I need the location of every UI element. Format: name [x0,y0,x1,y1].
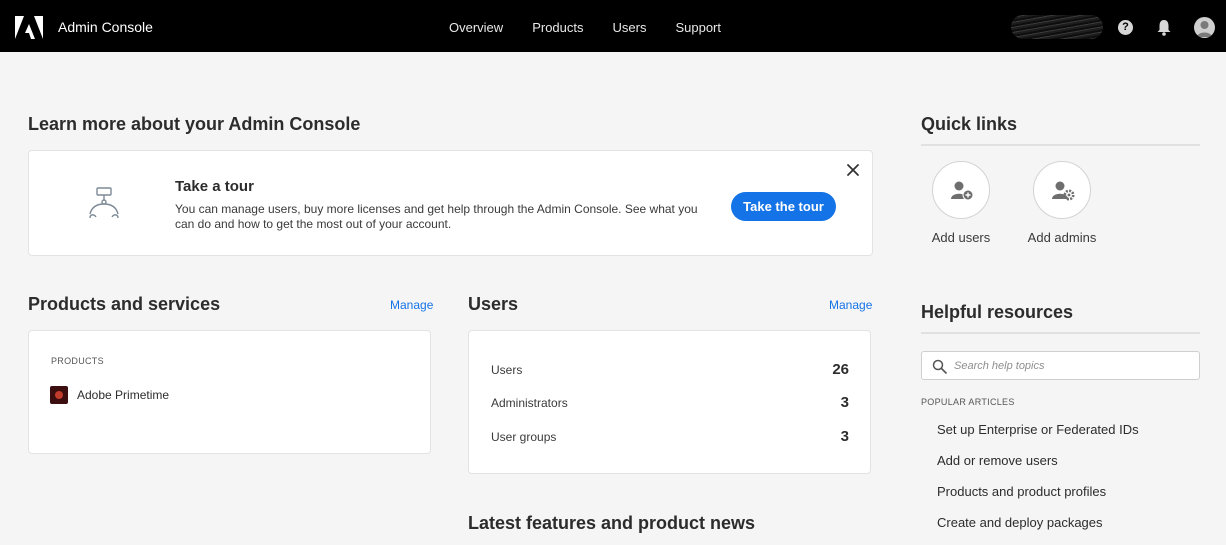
org-switcher[interactable] [1011,15,1103,39]
stat-label: Administrators [491,395,568,410]
adobe-logo-icon[interactable] [15,16,43,39]
add-users-label: Add users [931,230,991,245]
add-user-icon [951,181,974,201]
products-section-label: PRODUCTS [51,356,104,366]
users-manage-link[interactable]: Manage [829,298,872,312]
add-admins-link[interactable]: Add admins [1017,161,1107,245]
help-icon[interactable]: ? [1118,20,1133,35]
stat-label: User groups [491,429,557,444]
adobe-primetime-icon [50,386,68,404]
search-input[interactable] [954,357,1184,375]
add-users-link[interactable]: Add users [916,161,1006,245]
add-users-circle [932,161,990,219]
main-nav: Overview Products Users Support [449,20,750,35]
products-card: PRODUCTS Adobe Primetime [28,330,431,454]
quick-links-divider [921,144,1200,146]
bell-icon[interactable] [1156,19,1172,36]
add-admins-label: Add admins [1027,230,1097,245]
top-bar: Admin Console Overview Products Users Su… [0,0,1226,52]
search-icon [932,359,947,374]
users-card: Users 26 Administrators 3 User groups 3 [468,330,871,474]
stat-row-users[interactable]: Users 26 [491,361,849,378]
article-link[interactable]: Set up Enterprise or Federated IDs [937,422,1139,437]
article-link[interactable]: Products and product profiles [937,484,1106,499]
products-heading: Products and services [28,294,221,314]
stat-value: 3 [840,428,849,445]
product-item[interactable]: Adobe Primetime [50,386,169,404]
learn-more-heading: Learn more about your Admin Console [28,114,361,134]
user-silhouette-icon [1197,21,1212,37]
nav-overview[interactable]: Overview [449,20,503,35]
add-admin-icon [1052,181,1075,201]
nav-support[interactable]: Support [675,20,721,35]
quick-links-heading: Quick links [921,114,1018,134]
nav-users[interactable]: Users [613,20,647,35]
stat-row-user-groups[interactable]: User groups 3 [491,428,849,445]
tour-signpost-icon [89,187,119,219]
stat-value: 26 [832,361,849,378]
article-link[interactable]: Add or remove users [937,453,1058,468]
stat-label: Users [491,362,523,377]
news-heading: Latest features and product news [468,513,756,533]
tour-description: You can manage users, buy more licenses … [175,202,698,231]
users-heading: Users [468,294,519,314]
stat-value: 3 [840,394,849,411]
avatar[interactable] [1194,17,1215,38]
nav-products[interactable]: Products [532,20,583,35]
products-manage-link[interactable]: Manage [390,298,433,312]
add-admins-circle [1033,161,1091,219]
article-link[interactable]: Create and deploy packages [937,515,1103,530]
stat-row-administrators[interactable]: Administrators 3 [491,394,849,411]
tour-title: Take a tour [175,178,254,195]
take-the-tour-button[interactable]: Take the tour [731,192,836,221]
tour-card: Take a tour You can manage users, buy mo… [28,150,873,256]
resources-divider [921,332,1200,334]
popular-articles-label: POPULAR ARTICLES [921,397,1015,407]
product-name: Adobe Primetime [77,388,170,402]
app-title[interactable]: Admin Console [58,19,153,35]
close-icon[interactable] [845,162,861,178]
help-search-box [921,351,1200,380]
helpful-resources-heading: Helpful resources [921,302,1074,322]
